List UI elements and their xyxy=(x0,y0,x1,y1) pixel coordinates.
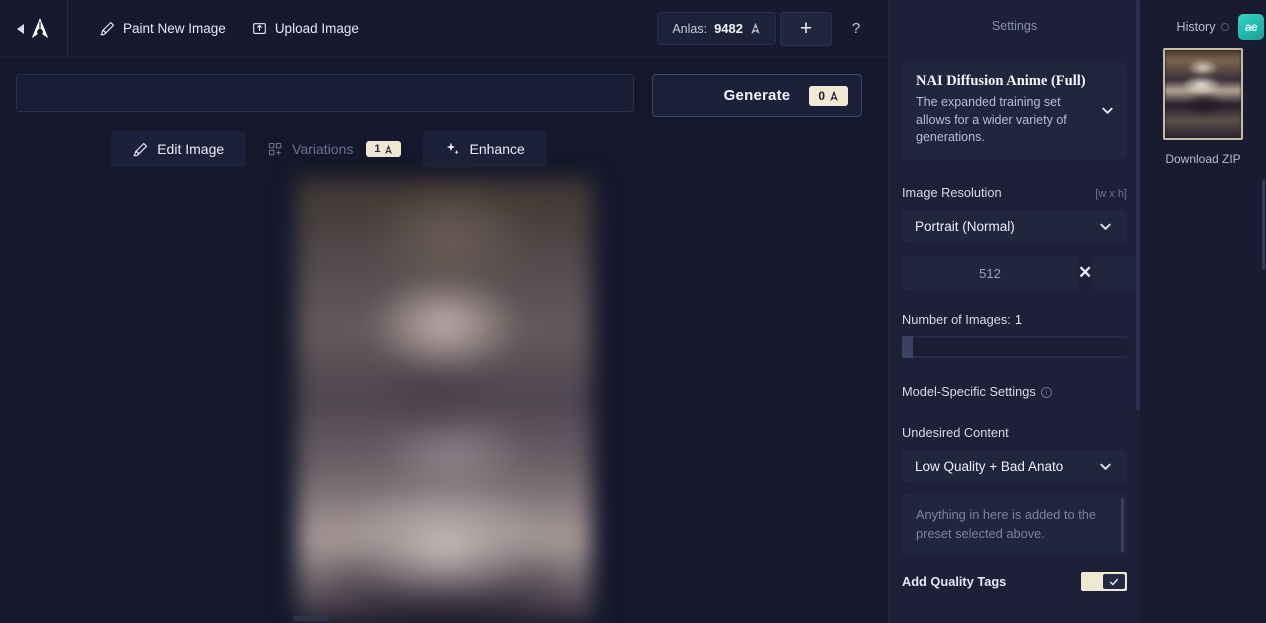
undesired-content-preset-value: Low Quality + Bad Anato xyxy=(915,458,1064,474)
tab-enhance[interactable]: Enhance xyxy=(422,131,547,167)
anlas-value: 9482 xyxy=(714,21,743,36)
tab-variations[interactable]: Variations 1 xyxy=(246,131,422,167)
anlas-balance[interactable]: Anlas: 9482 xyxy=(657,12,776,45)
generate-cost-badge: 0 xyxy=(809,85,848,106)
add-quality-tags-label: Add Quality Tags xyxy=(902,574,1007,590)
anlas-icon xyxy=(830,90,838,101)
generated-image[interactable] xyxy=(296,179,592,621)
circle-icon xyxy=(1221,23,1230,31)
tab-variations-label: Variations xyxy=(292,141,354,157)
sparkle-icon xyxy=(446,142,459,155)
plus-icon: + xyxy=(799,17,813,40)
dimension-inputs: ✕ xyxy=(902,256,1140,291)
toggle-knob xyxy=(1103,574,1125,590)
dimension-separator-icon: ✕ xyxy=(1078,263,1093,283)
settings-panel: Settings NAI Diffusion Anime (Full) The … xyxy=(888,0,1140,623)
variations-cost-value: 1 xyxy=(374,143,381,155)
prompt-input[interactable] xyxy=(16,74,634,112)
chevron-down-icon xyxy=(1100,223,1111,230)
tab-enhance-label: Enhance xyxy=(469,141,525,157)
slider-handle[interactable] xyxy=(902,336,913,359)
image-resolution-label: Image Resolution xyxy=(902,185,1002,201)
model-specific-settings-label: Model-Specific Settings i xyxy=(902,384,1052,399)
add-anlas-button[interactable]: + xyxy=(780,11,832,46)
textarea-scrollbar[interactable] xyxy=(1121,498,1124,553)
add-quality-tags-row: Add Quality Tags xyxy=(902,572,1127,592)
help-button[interactable]: ? xyxy=(838,12,874,46)
resolution-hint: [w x h] xyxy=(1095,188,1127,201)
anlas-icon xyxy=(751,22,760,34)
check-icon xyxy=(1109,578,1119,585)
prompt-row: Generate 0 xyxy=(0,58,888,117)
tab-edit-image-label: Edit Image xyxy=(157,141,225,157)
image-toolbar-stub[interactable] xyxy=(293,616,329,621)
resolution-preset-value: Portrait (Normal) xyxy=(915,218,1015,234)
history-scrollbar[interactable] xyxy=(1262,180,1265,270)
settings-scroll-area: Settings NAI Diffusion Anime (Full) The … xyxy=(889,0,1140,623)
generate-label: Generate xyxy=(723,87,791,104)
tab-edit-image[interactable]: Edit Image xyxy=(111,131,247,167)
chevron-down-icon xyxy=(1100,463,1111,470)
history-thumbnail-image xyxy=(1165,50,1241,138)
undesired-content-placeholder: Anything in here is added to the preset … xyxy=(916,507,1096,541)
add-quality-tags-toggle[interactable] xyxy=(1081,572,1127,592)
brush-icon xyxy=(133,142,148,156)
generated-image-canvas xyxy=(0,179,888,621)
top-navigation: Paint New Image Upload Image xyxy=(68,14,369,43)
top-bar: Paint New Image Upload Image Anlas: 9482 xyxy=(0,0,888,58)
history-title: History xyxy=(1176,20,1216,34)
model-name: NAI Diffusion Anime (Full) xyxy=(916,73,1086,89)
novelai-image-generation-app: Paint New Image Upload Image Anlas: 9482 xyxy=(0,0,1266,623)
settings-title: Settings xyxy=(991,19,1038,33)
number-of-images-slider[interactable] xyxy=(902,336,1127,359)
undesired-content-label: Undesired Content xyxy=(902,425,1009,441)
chevron-down-icon xyxy=(1102,107,1113,114)
height-input[interactable] xyxy=(1092,256,1140,291)
model-description: The expanded training set allows for a w… xyxy=(916,94,1067,145)
resolution-header: Image Resolution [w x h] xyxy=(902,185,1127,200)
generate-button[interactable]: Generate 0 xyxy=(652,74,862,117)
number-of-images-value: 1 xyxy=(1014,312,1022,328)
slider-track xyxy=(913,338,1127,357)
number-of-images-row: Number of Images: 1 xyxy=(902,312,1127,327)
top-bar-right: Anlas: 9482 + ? xyxy=(657,11,888,46)
undesired-content-preset-select[interactable]: Low Quality + Bad Anato xyxy=(902,450,1127,483)
anlas-label: Anlas: xyxy=(672,21,708,36)
image-action-tabs: Edit Image Variations 1 Enhance xyxy=(0,131,888,167)
history-thumbnail[interactable] xyxy=(1163,48,1243,140)
caret-left-icon[interactable] xyxy=(16,23,24,34)
variations-grid-icon xyxy=(269,142,282,155)
info-icon[interactable]: i xyxy=(1040,387,1052,399)
paint-new-image-label: Paint New Image xyxy=(123,21,226,36)
variations-cost-badge: 1 xyxy=(366,141,401,157)
model-selector[interactable]: NAI Diffusion Anime (Full) The expanded … xyxy=(902,63,1127,160)
novelai-logo-icon[interactable] xyxy=(29,17,51,41)
main-column: Paint New Image Upload Image Anlas: 9482 xyxy=(0,0,888,623)
model-card-text: NAI Diffusion Anime (Full) The expanded … xyxy=(916,73,1096,147)
history-panel: History ae Download ZIP xyxy=(1140,0,1266,623)
extension-badge-icon[interactable]: ae xyxy=(1238,14,1264,40)
brush-icon xyxy=(100,21,115,36)
upload-image-button[interactable]: Upload Image xyxy=(242,14,369,43)
undesired-content-header: Undesired Content xyxy=(902,425,1127,440)
resolution-section: Image Resolution [w x h] Portrait (Norma… xyxy=(889,185,1140,592)
resolution-preset-select[interactable]: Portrait (Normal) xyxy=(902,210,1127,243)
paint-new-image-button[interactable]: Paint New Image xyxy=(90,14,236,43)
model-specific-header: Model-Specific Settings i xyxy=(902,384,1127,399)
upload-image-label: Upload Image xyxy=(274,21,359,36)
download-zip-button[interactable]: Download ZIP xyxy=(1140,152,1266,166)
number-of-images-label: Number of Images: xyxy=(902,312,1011,328)
generate-cost-value: 0 xyxy=(818,88,825,103)
anlas-icon xyxy=(384,144,392,154)
undesired-content-textarea[interactable]: Anything in here is added to the preset … xyxy=(902,494,1127,557)
width-input[interactable] xyxy=(902,256,1078,291)
logo-zone xyxy=(0,0,68,58)
upload-image-icon xyxy=(252,23,266,34)
